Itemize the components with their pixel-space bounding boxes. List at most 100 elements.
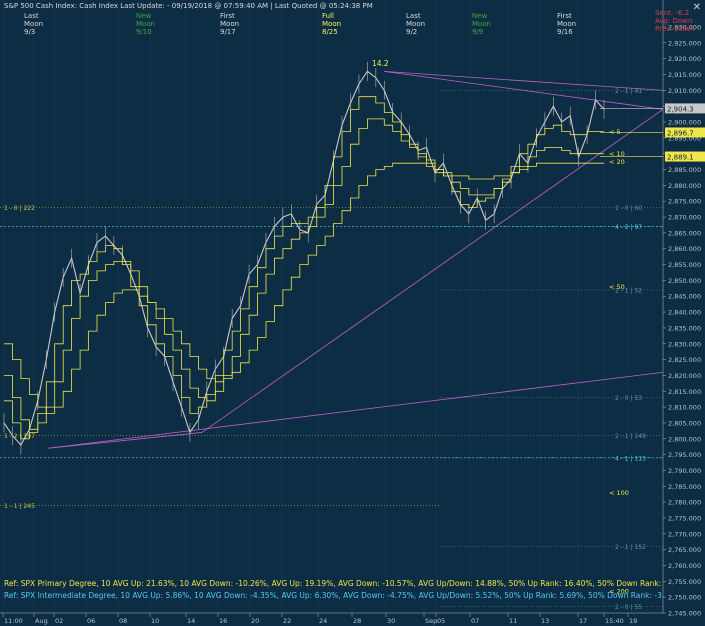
y-tick-label: 2,885.000 — [668, 166, 701, 174]
y-tick-label: 2,795.000 — [668, 451, 701, 459]
y-tick-label: 2,810.000 — [668, 404, 701, 412]
y-tick-label: 2,760.000 — [668, 562, 701, 570]
moon-col2-r1: New — [136, 12, 152, 20]
x-tick-label: 08 — [119, 617, 127, 625]
y-tick-label: 2,825.000 — [668, 356, 701, 364]
moon-col1-r3: 9/3 — [24, 28, 36, 36]
moon-col6-r2: Moon — [472, 20, 492, 28]
y-tick-label: 2,850.000 — [668, 277, 701, 285]
x-tick-label: 20 — [251, 617, 259, 625]
ma-label: < 10 — [609, 150, 625, 158]
y-tick-label: 2,755.000 — [668, 578, 701, 586]
y-tick-label: 2,910.000 — [668, 87, 701, 95]
moon-col4-r2: Moon — [322, 20, 342, 28]
moon-col4-r1: Full — [322, 12, 334, 20]
x-tick-label: 11:00 — [4, 617, 23, 625]
moon-col7-r3: 9/16 — [557, 28, 573, 36]
moon-col7-r1: First — [557, 12, 572, 20]
y-tick-label: 2,915.000 — [668, 71, 701, 79]
chart-title: S&P 500 Cash Index: Cash Index Last Upda… — [4, 2, 373, 10]
moon-col6-r3: 9/9 — [472, 28, 484, 36]
x-tick-label: 16 — [219, 617, 227, 625]
x-tick-label: 28 — [353, 617, 361, 625]
moon-col1-r2: Moon — [24, 20, 44, 28]
sentiment-value: Sent: -6.2 — [655, 9, 690, 17]
x-tick-label: 05 — [437, 617, 445, 625]
ma-label: < 50 — [609, 283, 625, 291]
price-chart: 2 - 1 | 411 - 0 | 604 - 2 | 972 - 1 | 52… — [0, 0, 705, 626]
x-tick-label: 13 — [541, 617, 549, 625]
x-tick-label: 14 — [187, 617, 195, 625]
price-box-label: 2,896.7 — [667, 129, 694, 137]
x-tick-label: Aug — [35, 617, 48, 625]
intermediate-degree-stats: Ref: SPX Intermediate Degree, 10 AVG Up:… — [4, 591, 664, 600]
moon-col4-r3: 8/25 — [322, 28, 338, 36]
moon-col5-r2: Moon — [406, 20, 426, 28]
level-label: 1 - 0 | 60 — [615, 205, 642, 212]
x-tick-label: 06 — [87, 617, 95, 625]
y-tick-label: 2,775.000 — [668, 514, 701, 522]
moon-col1-r1: Last — [24, 12, 39, 20]
moon-col2-r3: 9/10 — [136, 28, 152, 36]
level-label: 2 - 0 | 53 — [615, 395, 642, 402]
x-tick-label: 02 — [55, 617, 63, 625]
y-tick-label: 2,845.000 — [668, 293, 701, 301]
y-tick-label: 2,880.000 — [668, 182, 701, 190]
y-tick-label: 2,925.000 — [668, 39, 701, 47]
moon-col3-r1: First — [220, 12, 235, 20]
y-tick-label: 2,855.000 — [668, 261, 701, 269]
level-label: 2 - 1 | 152 — [615, 544, 646, 551]
level-label: 1 - 2 | 197 — [4, 433, 35, 440]
y-tick-label: 2,800.000 — [668, 435, 701, 443]
y-tick-label: 2,835.000 — [668, 324, 701, 332]
y-tick-label: 2,860.000 — [668, 245, 701, 253]
x-tick-label: 24 — [319, 617, 327, 625]
ma-label: < 20 — [609, 158, 625, 166]
y-tick-label: 2,900.000 — [668, 119, 701, 127]
y-tick-label: 2,785.000 — [668, 483, 701, 491]
y-tick-label: 2,870.000 — [668, 214, 701, 222]
moon-col2-r2: Moon — [136, 20, 156, 28]
y-tick-label: 2,770.000 — [668, 530, 701, 538]
moon-col5-r1: Last — [406, 12, 421, 20]
level-label: 4 - 2 | 97 — [615, 224, 642, 231]
y-axis: 2,745.000 2,750.000 2,755.000 2,760.000 2,76… — [662, 0, 705, 626]
price-box-label: 2,889.1 — [667, 154, 694, 162]
x-tick-label: 17 — [579, 617, 587, 625]
close-icon[interactable]: ✕ — [693, 2, 701, 13]
ma-label: < 100 — [609, 489, 629, 497]
moon-col7-r2: Moon — [557, 20, 577, 28]
y-tick-label: 2,840.000 — [668, 309, 701, 317]
x-tick-label: Sep — [425, 617, 437, 625]
moon-col6-r1: New — [472, 12, 488, 20]
y-tick-label: 2,750.000 — [668, 594, 701, 602]
x-tick-label: 07 — [471, 617, 479, 625]
level-label: 1 - 0 | 222 — [4, 205, 35, 212]
y-tick-label: 2,920.000 — [668, 55, 701, 63]
x-tick-label: 11 — [509, 617, 517, 625]
x-tick-label: 19 — [629, 617, 637, 625]
y-tick-label: 2,815.000 — [668, 388, 701, 396]
y-tick-label: 2,745.000 — [668, 610, 701, 618]
y-tick-label: 2,765.000 — [668, 546, 701, 554]
level-label: 2 - 1 | 149 — [615, 433, 646, 440]
x-tick-label: 22 — [283, 617, 291, 625]
y-tick-label: 2,790.000 — [668, 467, 701, 475]
sentiment-previous: Prev: Down — [655, 25, 695, 33]
x-tick-label: 10 — [151, 617, 159, 625]
ma-label: < 5 — [609, 128, 621, 136]
y-tick-label: 2,805.000 — [668, 419, 701, 427]
x-tick-label: 30 — [387, 617, 395, 625]
sentiment-average: Avg: Down — [655, 17, 693, 25]
y-tick-label: 2,830.000 — [668, 340, 701, 348]
moon-col3-r2: Moon — [220, 20, 240, 28]
moon-col3-r3: 9/17 — [220, 28, 236, 36]
x-tick-label: 15:40 — [605, 617, 624, 625]
level-label: 4 - 1 | 115 — [615, 455, 646, 462]
peak-label: 14.2 — [372, 59, 389, 68]
y-tick-label: 2,875.000 — [668, 198, 701, 206]
level-label: 2 - 0 | 55 — [615, 604, 642, 611]
price-box-label: 2,904.3 — [667, 105, 694, 113]
y-tick-label: 2,820.000 — [668, 372, 701, 380]
y-tick-label: 2,780.000 — [668, 499, 701, 507]
